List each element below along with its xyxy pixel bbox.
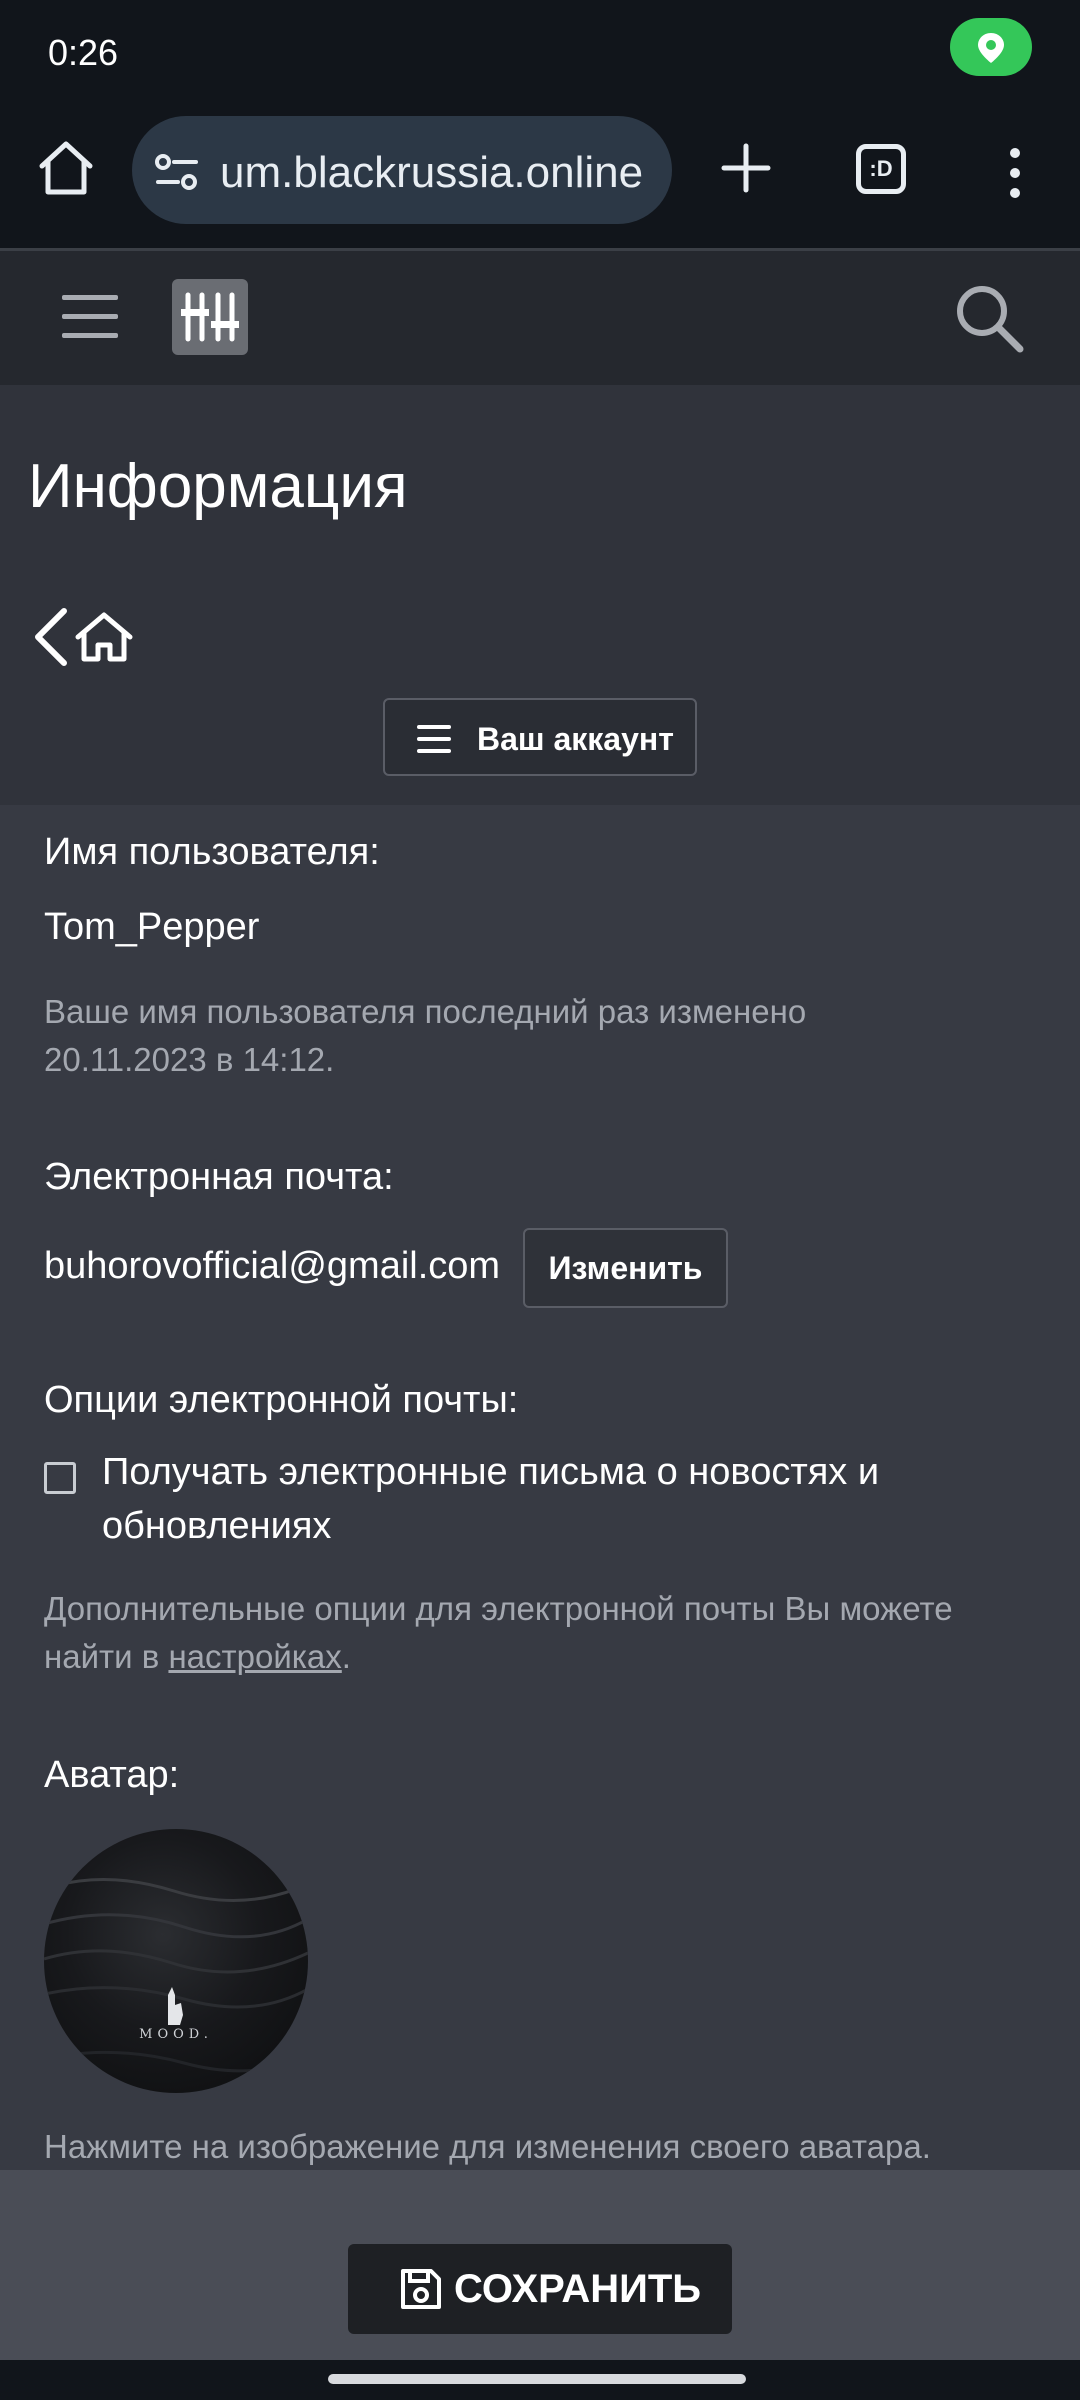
status-bar: 0:26 xyxy=(0,0,1080,110)
logo-icon xyxy=(181,292,239,342)
location-indicator xyxy=(950,18,1032,76)
account-menu-button[interactable]: Ваш аккаунт xyxy=(383,698,697,776)
username-hint: Ваше имя пользователя последний раз изме… xyxy=(44,993,807,1078)
browser-menu-button[interactable] xyxy=(1000,146,1030,200)
save-label: СОХРАНИТЬ xyxy=(454,2267,702,2311)
avatar-image-text: MOOD. xyxy=(139,2027,213,2042)
gesture-handle[interactable] xyxy=(328,2374,746,2384)
email-label: Электронная почта: xyxy=(44,1156,394,1198)
avatar-image xyxy=(44,1878,308,2073)
site-logo[interactable] xyxy=(172,279,248,355)
save-button[interactable]: СОХРАНИТЬ xyxy=(348,2244,732,2334)
tabs-icon: :D xyxy=(869,156,893,181)
newsletter-checkbox-label[interactable]: Получать электронные письма о новостях и… xyxy=(102,1445,1002,1553)
email-options-label: Опции электронной почты: xyxy=(44,1379,519,1421)
page-title: Информация xyxy=(28,452,408,521)
site-settings-icon[interactable] xyxy=(154,152,200,192)
browser-home-button[interactable] xyxy=(34,136,98,200)
form-actions-bar: СОХРАНИТЬ xyxy=(0,2170,1080,2360)
breadcrumb-home-button[interactable] xyxy=(30,607,134,672)
email-value: buhorovofficial@gmail.com xyxy=(44,1245,501,1287)
account-info-form: Имя пользователя: Tom_Pepper Ваше имя по… xyxy=(0,805,1080,2215)
hamburger-icon xyxy=(62,295,118,338)
email-options-hint-suffix: . xyxy=(341,1638,351,1675)
site-menu-button[interactable] xyxy=(60,289,120,345)
username-label: Имя пользователя: xyxy=(44,831,380,873)
location-pin-icon xyxy=(978,33,1004,63)
system-navigation-bar xyxy=(0,2360,1080,2400)
change-email-label: Изменить xyxy=(548,1249,703,1286)
plus-icon xyxy=(721,143,771,193)
back-home-icon xyxy=(35,608,133,666)
url-text[interactable]: um.blackrussia.online xyxy=(220,148,643,198)
new-tab-button[interactable] xyxy=(716,138,776,198)
account-menu-label: Ваш аккаунт xyxy=(477,721,674,757)
status-time: 0:26 xyxy=(48,32,119,73)
address-bar[interactable]: um.blackrussia.online xyxy=(132,116,672,224)
more-vert-icon xyxy=(1010,148,1020,198)
page-header: Информация Ваш аккаунт xyxy=(0,385,1080,805)
email-options-hint: Дополнительные опции для электронной поч… xyxy=(44,1585,1004,1681)
avatar-hint: Нажмите на изображение для изменения сво… xyxy=(44,2128,931,2165)
avatar[interactable]: MOOD. xyxy=(44,1829,308,2093)
search-icon xyxy=(957,286,1024,353)
tabs-button[interactable]: :D xyxy=(856,144,906,194)
newsletter-checkbox[interactable] xyxy=(44,1462,76,1494)
browser-toolbar: um.blackrussia.online :D xyxy=(0,110,1080,251)
home-icon xyxy=(39,141,93,195)
site-search-button[interactable] xyxy=(952,281,1026,355)
site-header xyxy=(0,251,1080,385)
change-email-button[interactable]: Изменить xyxy=(523,1228,728,1308)
save-icon xyxy=(401,2269,441,2309)
username-value: Tom_Pepper xyxy=(44,906,260,948)
menu-lines-icon xyxy=(417,725,451,753)
avatar-label: Аватар: xyxy=(44,1754,180,1796)
settings-link[interactable]: настройках xyxy=(168,1638,341,1675)
